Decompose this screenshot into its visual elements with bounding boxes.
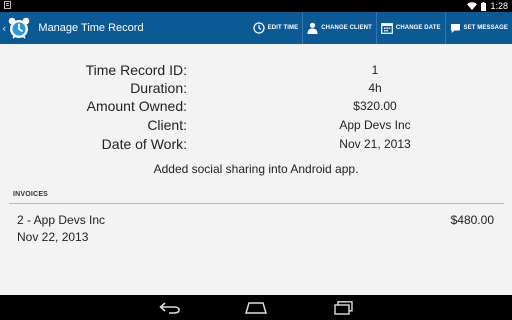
change-client-button[interactable]: CHANGE CLIENT [302,12,376,44]
home-button[interactable] [244,299,268,316]
detail-row-amount: Amount Owned: $320.00 [0,97,512,115]
client-value: App Devs Inc [339,118,411,132]
action-items: EDIT TIME CHANGE CLIENT CHANGE DATE SET … [249,12,512,44]
screen-title: Manage Time Record [38,22,144,34]
home-icon [245,301,267,314]
screen: 1:28 ‹ Manage Time Record EDIT TIME CHAN… [0,0,512,320]
record-message: Added social sharing into Android app. [153,162,359,176]
alarm-clock-icon [7,16,31,40]
amount-label: Amount Owned: [86,98,187,114]
client-label: Client: [147,117,187,133]
change-date-button[interactable]: CHANGE DATE [375,12,445,44]
notification-icon [4,1,11,11]
amount-value: $320.00 [353,99,397,113]
chat-bubble-icon [450,23,464,34]
invoice-list-item[interactable]: 2 - App Devs Inc Nov 22, 2013 $480.00 [9,210,504,246]
status-left [4,1,11,11]
status-bar: 1:28 [0,0,512,12]
section-divider [9,203,504,204]
invoice-date: Nov 22, 2013 [17,230,89,244]
set-message-label: SET MESSAGE [463,25,508,31]
detail-row-client: Client: App Devs Inc [0,116,512,134]
detail-row-record-id: Time Record ID: 1 [0,61,512,79]
detail-row-date: Date of Work: Nov 21, 2013 [0,135,512,153]
invoices-section-header: INVOICES [13,191,49,198]
back-button[interactable] [158,299,182,316]
edit-time-label: EDIT TIME [267,25,299,31]
battery-icon [481,1,487,11]
change-date-label: CHANGE DATE [395,25,441,31]
duration-value: 4h [368,81,382,95]
chevron-left-icon: ‹ [2,21,7,35]
record-id-label: Time Record ID: [85,62,187,78]
date-value: Nov 21, 2013 [339,137,411,151]
wifi-icon [467,2,478,10]
invoice-amount: $480.00 [450,213,494,227]
status-right: 1:28 [467,1,508,11]
calendar-icon [380,22,396,34]
clock-icon [253,22,268,34]
record-details: Time Record ID: 1 Duration: 4h Amount Ow… [0,44,512,295]
navigation-bar [0,295,512,320]
action-bar: ‹ Manage Time Record EDIT TIME CHANGE CL… [0,12,512,44]
edit-time-button[interactable]: EDIT TIME [249,12,303,44]
record-id-value: 1 [371,63,379,77]
up-navigation-button[interactable]: ‹ Manage Time Record [0,12,144,44]
person-icon [307,22,321,34]
recent-apps-icon [334,300,354,315]
date-label: Date of Work: [101,136,187,152]
invoice-title: 2 - App Devs Inc [17,213,106,227]
detail-row-duration: Duration: 4h [0,79,512,97]
duration-label: Duration: [130,80,187,96]
back-icon [159,301,181,314]
status-time: 1:28 [490,1,508,11]
recent-apps-button[interactable] [332,299,356,316]
set-message-button[interactable]: SET MESSAGE [444,12,512,44]
change-client-label: CHANGE CLIENT [321,25,372,31]
